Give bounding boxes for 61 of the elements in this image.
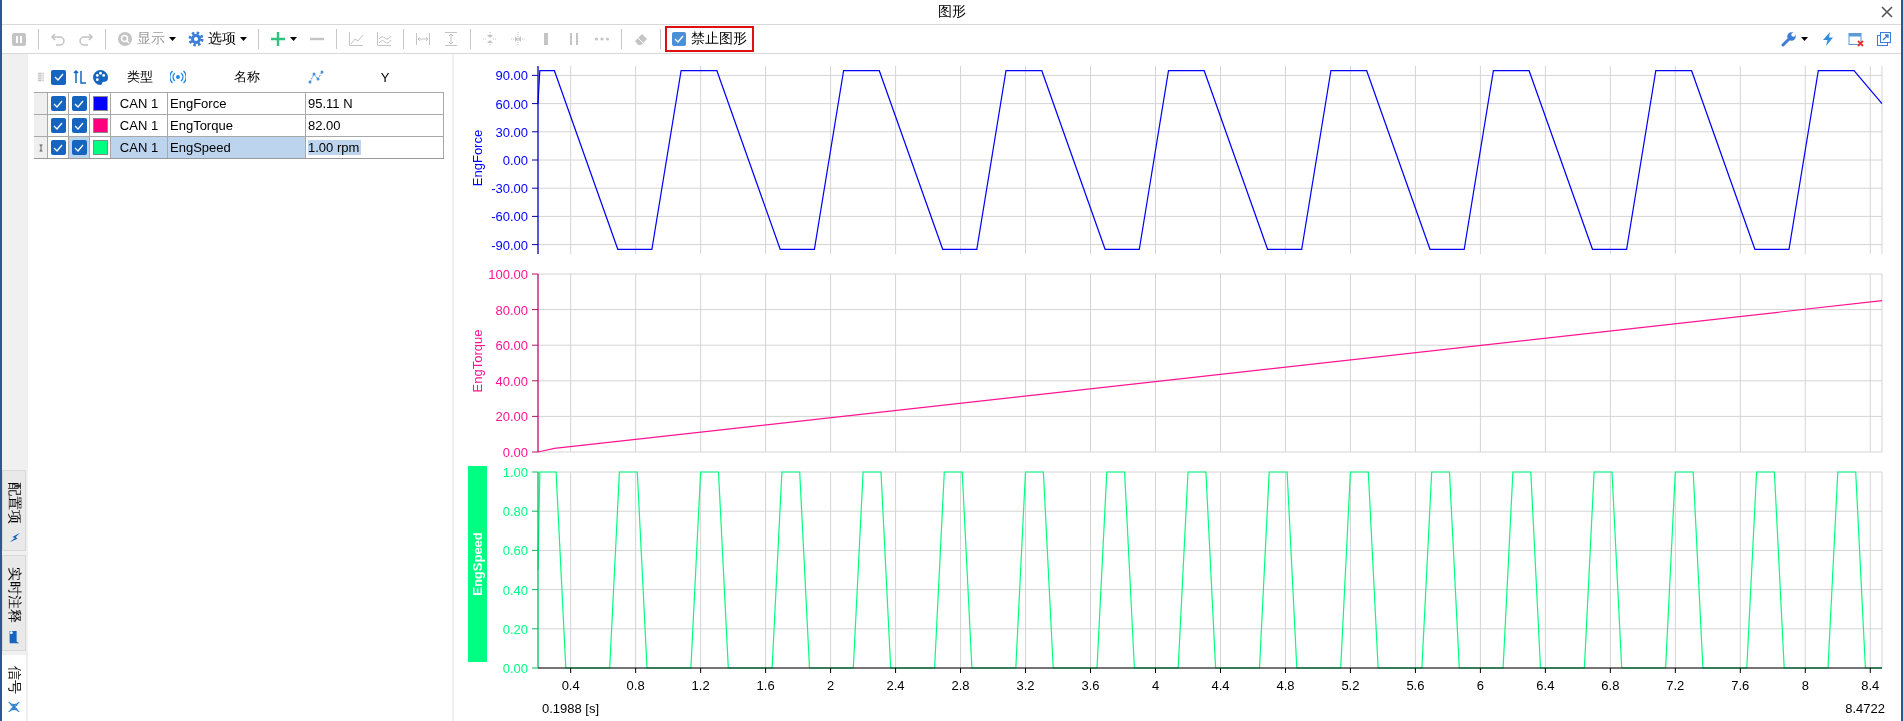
tick-label: 3.2 bbox=[1016, 678, 1035, 693]
tick-label: 90.00 bbox=[495, 68, 528, 84]
tick-label: 2.4 bbox=[886, 678, 905, 693]
tick-label: -90.00 bbox=[491, 237, 528, 253]
tick-label: -30.00 bbox=[491, 181, 528, 197]
window-title: 图形 bbox=[937, 3, 966, 21]
table-cell: EngForce bbox=[168, 92, 306, 114]
tick-label: 6.4 bbox=[1536, 678, 1555, 693]
tick-label: 5.2 bbox=[1341, 678, 1360, 693]
tick-label: 0.80 bbox=[502, 504, 528, 520]
gear-button[interactable]: 选项 bbox=[183, 27, 252, 51]
tick-label: 1.00 bbox=[502, 465, 528, 480]
column-header[interactable]: 类型 bbox=[126, 68, 153, 86]
column-header[interactable]: 名称 bbox=[234, 69, 260, 84]
tick-label: 0.4 bbox=[561, 678, 580, 693]
tick-label: 3.6 bbox=[1081, 678, 1100, 693]
tick-label: 60.00 bbox=[495, 338, 528, 354]
tick-label: 0.40 bbox=[502, 582, 528, 598]
tick-label: 20.00 bbox=[495, 409, 528, 425]
tick-label: 0.20 bbox=[502, 621, 528, 637]
table-cell: 1.00 rpm bbox=[308, 140, 362, 155]
axis-title[interactable]: EngTorque bbox=[470, 329, 485, 393]
table-cell-text: 82.00 bbox=[308, 118, 342, 133]
tick-label: 0.8 bbox=[626, 678, 645, 693]
option-label: 禁止图形 bbox=[691, 30, 747, 48]
table-cell: CAN 1 bbox=[111, 136, 168, 158]
tick-label: 0.60 bbox=[502, 543, 528, 559]
tick-label: 6.8 bbox=[1601, 678, 1620, 693]
tick-label: 7.2 bbox=[1666, 678, 1685, 693]
tick-label: 4 bbox=[1151, 678, 1160, 693]
tick-label: 5.6 bbox=[1406, 678, 1425, 693]
tick-label: 30.00 bbox=[495, 124, 528, 140]
tick-label: -60.00 bbox=[491, 209, 528, 225]
side-tab[interactable]: 实时注释 bbox=[2, 555, 26, 651]
checkbox-option[interactable]: 禁止图形 bbox=[667, 28, 752, 50]
tick-label: 80.00 bbox=[495, 302, 528, 318]
column-header[interactable]: Y bbox=[380, 69, 390, 85]
tick-label: 2.8 bbox=[951, 678, 970, 693]
tick-label: 8.4 bbox=[1861, 678, 1880, 693]
tick-label: 4.4 bbox=[1211, 678, 1230, 693]
tick-label: 8 bbox=[1801, 678, 1809, 693]
axis-title[interactable]: EngForce bbox=[470, 129, 485, 187]
tick-label: 2 bbox=[827, 678, 835, 693]
table-cell: EngSpeed bbox=[168, 136, 306, 158]
tick-label: 0.00 bbox=[502, 153, 528, 168]
range-start-label: 0.1988 [s] bbox=[542, 701, 600, 716]
tick-label: 0.00 bbox=[502, 661, 528, 676]
table-cell-text: 95.11 N bbox=[308, 96, 354, 111]
tick-label: 6 bbox=[1476, 678, 1484, 693]
tick-label: 1.2 bbox=[691, 678, 710, 693]
side-tab[interactable]: 配置项 bbox=[2, 470, 26, 551]
tick-label: 7.6 bbox=[1731, 678, 1750, 693]
tick-label: 40.00 bbox=[495, 373, 528, 389]
side-tab[interactable]: 信号 bbox=[2, 655, 26, 721]
table-cell: CAN 1 bbox=[111, 92, 168, 114]
tick-label: 4.8 bbox=[1276, 678, 1295, 693]
tick-label: 100.00 bbox=[488, 267, 528, 282]
tick-label: 0.00 bbox=[502, 445, 528, 460]
tick-label: 60.00 bbox=[495, 96, 528, 112]
range-end-label: 8.4722 bbox=[1845, 701, 1885, 716]
tick-label: 1.6 bbox=[756, 678, 775, 693]
